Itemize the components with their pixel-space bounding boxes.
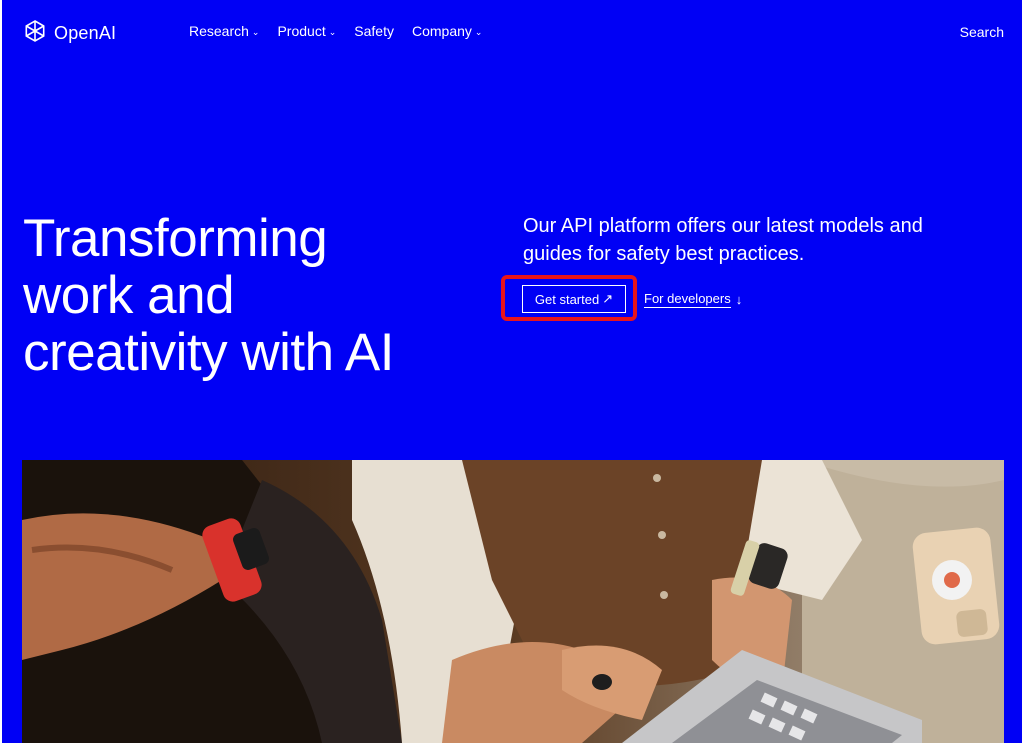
for-developers-label: For developers [644, 291, 731, 308]
hero-photo [22, 460, 1004, 743]
nav-item-label: Safety [354, 23, 394, 39]
arrow-up-right-icon: ↗ [602, 291, 614, 306]
hero-headline: Transforming work and creativity with AI [23, 210, 483, 381]
people-working-on-laptop-photo [22, 460, 1004, 743]
get-started-label: Get started [534, 291, 600, 307]
top-nav: OpenAI Research ⌄ Product ⌄ Safety Compa… [2, 0, 1022, 64]
nav-item-label: Product [277, 23, 326, 39]
logo[interactable]: OpenAI [22, 18, 116, 49]
get-started-button[interactable]: Get started ↗ [522, 285, 626, 313]
nav-item-product[interactable]: Product ⌄ [277, 23, 336, 39]
nav-item-company[interactable]: Company ⌄ [412, 23, 482, 39]
logo-text: OpenAI [54, 23, 117, 43]
nav-menu: Research ⌄ Product ⌄ Safety Company ⌄ [189, 23, 482, 39]
openai-logo-icon [22, 18, 48, 49]
nav-item-label: Research [189, 23, 249, 39]
arrow-down-icon: ↓ [735, 292, 743, 307]
headline-line: work and [23, 266, 235, 325]
chevron-down-icon: ⌄ [328, 26, 337, 37]
for-developers-link[interactable]: For developers ↓ [644, 291, 742, 308]
headline-line: creativity with AI [23, 323, 394, 382]
chevron-down-icon: ⌄ [251, 26, 260, 37]
nav-item-research[interactable]: Research ⌄ [189, 23, 259, 39]
nav-item-label: Company [411, 23, 472, 39]
search-button[interactable]: Search [960, 24, 1004, 40]
page: OpenAI Research ⌄ Product ⌄ Safety Compa… [2, 0, 1022, 743]
headline-line: Transforming [23, 209, 328, 268]
hero-subtext: Our API platform offers our latest model… [523, 215, 923, 265]
chevron-down-icon: ⌄ [474, 26, 483, 37]
nav-item-safety[interactable]: Safety [354, 23, 394, 39]
